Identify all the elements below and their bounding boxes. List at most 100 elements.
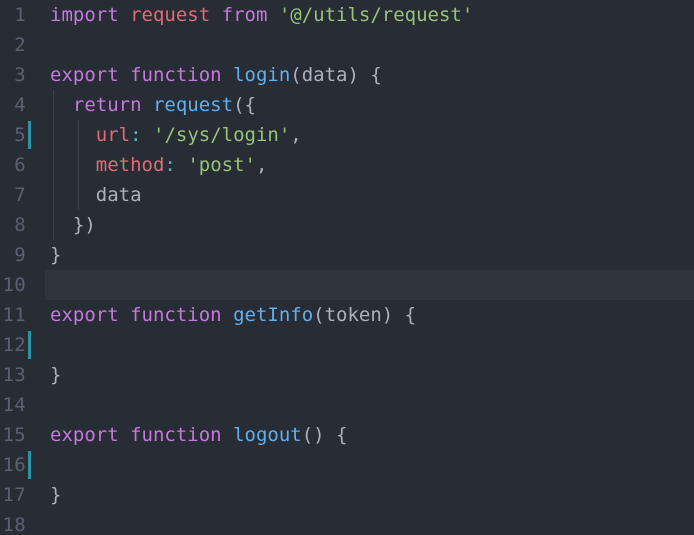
code-line[interactable]: 6 method: 'post', xyxy=(0,150,694,180)
indent-guide xyxy=(78,120,79,210)
line-number: 2 xyxy=(14,34,26,56)
line-number: 6 xyxy=(14,154,26,176)
line-number: 15 xyxy=(2,424,26,446)
code-token-fn: request xyxy=(152,94,234,116)
code-line-text[interactable]: } xyxy=(50,480,61,510)
code-line-text[interactable]: url: '/sys/login', xyxy=(50,120,302,150)
code-lines-container[interactable]: 1 import request from '@/utils/request' 2 3… xyxy=(0,0,694,535)
code-token-punc: ( xyxy=(313,304,325,326)
code-line-text[interactable]: export function logout() { xyxy=(50,420,347,450)
code-token-str: '@/utils/request' xyxy=(278,4,474,26)
line-number: 18 xyxy=(2,514,26,535)
code-line-text[interactable]: }) xyxy=(50,210,96,240)
code-line[interactable]: 1 import request from '@/utils/request' xyxy=(0,0,694,30)
code-token-str: 'post' xyxy=(187,154,256,176)
line-number: 1 xyxy=(14,4,26,26)
code-token-kw: function xyxy=(130,304,222,326)
code-token-fn: getInfo xyxy=(233,304,314,326)
line-number: 4 xyxy=(14,94,26,116)
code-token-param: data xyxy=(301,64,348,86)
code-token-var: request xyxy=(130,4,211,26)
code-editor[interactable]: 1 import request from '@/utils/request' 2 3… xyxy=(0,0,694,535)
code-token-punc: ) { xyxy=(381,304,417,326)
code-line-text[interactable]: } xyxy=(50,240,61,270)
code-token-kw: import xyxy=(50,4,119,26)
code-token-kw: from xyxy=(221,4,268,26)
code-line[interactable]: 9} xyxy=(0,240,694,270)
code-line-text[interactable]: export function getInfo(token) { xyxy=(50,300,416,330)
line-number: 11 xyxy=(2,304,26,326)
code-token-punc: , xyxy=(255,154,268,176)
code-token-plain: data xyxy=(95,184,142,206)
code-token-str: '/sys/login' xyxy=(153,124,291,146)
code-token-op: : xyxy=(130,124,142,146)
line-number: 14 xyxy=(2,394,26,416)
code-token-punc: } xyxy=(50,364,62,386)
modified-line-marker-icon xyxy=(28,331,31,359)
code-line[interactable]: 11 export function getInfo(token) { xyxy=(0,300,694,330)
code-token-kw: function xyxy=(130,64,222,86)
code-token-fn: login xyxy=(233,64,291,86)
code-line-text[interactable]: } xyxy=(50,360,61,390)
code-line[interactable]: 10 xyxy=(0,270,694,300)
code-line[interactable]: 12 xyxy=(0,330,694,360)
line-number: 7 xyxy=(14,184,26,206)
code-line[interactable]: 17} xyxy=(0,480,694,510)
line-number: 13 xyxy=(2,364,26,386)
code-token-punc: }) xyxy=(72,214,96,236)
code-token-punc: } xyxy=(50,244,62,266)
line-number: 10 xyxy=(2,274,26,296)
code-token-param: token xyxy=(324,304,382,326)
line-number: 17 xyxy=(2,484,26,506)
code-token-op: : xyxy=(164,154,176,176)
code-token-kw: function xyxy=(130,424,222,446)
code-token-kw: return xyxy=(72,94,142,116)
code-line[interactable]: 15 export function logout() { xyxy=(0,420,694,450)
code-token-kw: export xyxy=(50,64,119,86)
indent-guide xyxy=(53,90,54,240)
code-line[interactable]: 5 url: '/sys/login', xyxy=(0,120,694,150)
code-line[interactable]: 16 xyxy=(0,450,694,480)
code-line-text[interactable]: method: 'post', xyxy=(50,150,268,180)
line-number: 8 xyxy=(14,214,26,236)
code-line[interactable]: 14 xyxy=(0,390,694,420)
modified-line-marker-icon xyxy=(28,121,31,149)
code-line[interactable]: 13} xyxy=(0,360,694,390)
code-token-fn: logout xyxy=(233,424,302,446)
code-line-text[interactable]: import request from '@/utils/request' xyxy=(50,0,473,30)
code-line[interactable]: 3 export function login(data) { xyxy=(0,60,694,90)
code-token-punc: ({ xyxy=(233,94,256,116)
code-token-punc: () { xyxy=(301,424,348,446)
code-line[interactable]: 4 return request({ xyxy=(0,90,694,120)
code-token-kw: export xyxy=(50,424,119,446)
code-line-text[interactable]: return request({ xyxy=(50,90,256,120)
code-token-punc: } xyxy=(50,484,62,506)
line-number: 5 xyxy=(14,124,26,146)
code-token-punc: , xyxy=(290,124,302,146)
code-line[interactable]: 8 }) xyxy=(0,210,694,240)
modified-line-marker-icon xyxy=(28,451,31,479)
code-line[interactable]: 7 data xyxy=(0,180,694,210)
line-number: 16 xyxy=(2,454,26,476)
code-line-text[interactable]: export function login(data) { xyxy=(50,60,382,90)
code-line-text[interactable]: data xyxy=(50,180,142,210)
code-line[interactable]: 18 xyxy=(0,510,694,535)
code-token-punc: ( xyxy=(290,64,302,86)
code-line[interactable]: 2 xyxy=(0,30,694,60)
line-number: 3 xyxy=(14,64,26,86)
